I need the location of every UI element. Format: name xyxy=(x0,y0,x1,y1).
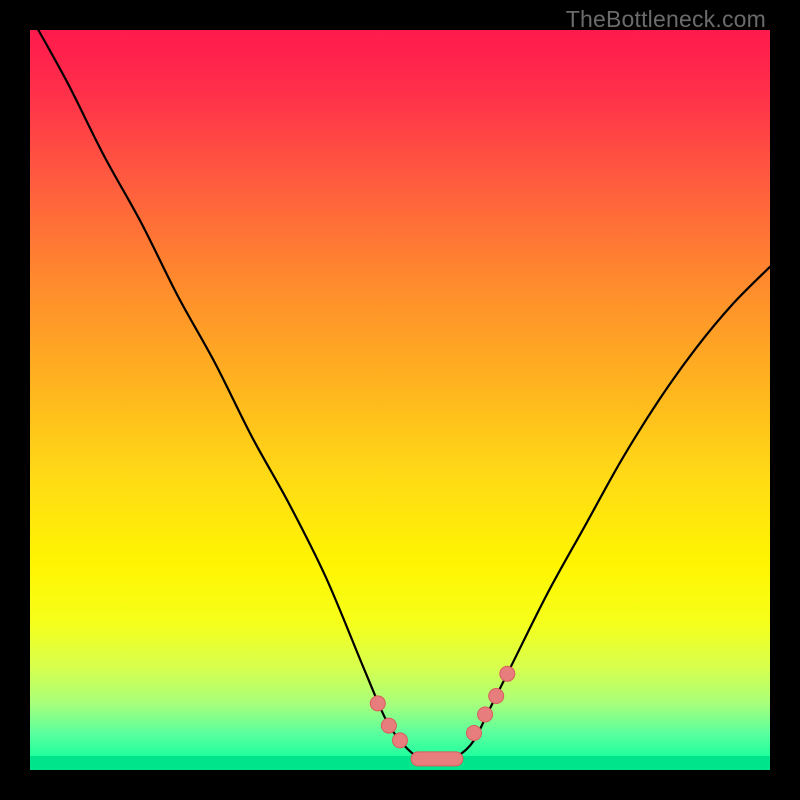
curve-marker xyxy=(489,689,504,704)
curve-marker xyxy=(393,733,408,748)
curve-marker xyxy=(467,726,482,741)
chart-frame: TheBottleneck.com xyxy=(0,0,800,800)
bottleneck-curve xyxy=(30,30,770,764)
curve-marker xyxy=(478,707,493,722)
curve-marker xyxy=(381,718,396,733)
curve-flat-segment xyxy=(411,752,463,766)
curve-marker xyxy=(500,666,515,681)
curve-markers xyxy=(370,666,515,766)
watermark-text: TheBottleneck.com xyxy=(566,6,766,33)
curve-marker xyxy=(370,696,385,711)
plot-area xyxy=(30,30,770,770)
bottleneck-curve-svg xyxy=(30,30,770,770)
